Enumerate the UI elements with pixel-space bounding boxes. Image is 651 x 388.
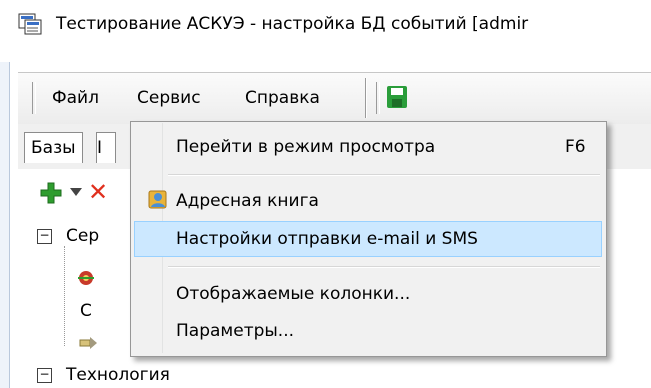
menu-item-notification-settings[interactable]: Настройки отправки e-mail и SMS xyxy=(176,229,478,249)
menu-separator xyxy=(168,174,600,176)
window-title: Тестирование АСКУЭ - настройка БД событи… xyxy=(56,14,529,34)
menu-service[interactable]: Сервис xyxy=(137,88,201,108)
address-book-icon xyxy=(148,190,167,209)
tab-bases[interactable]: Базы xyxy=(24,132,83,163)
menubar-grip[interactable] xyxy=(32,82,36,114)
collapse-toggle-icon[interactable]: − xyxy=(37,229,52,244)
arrow-icon xyxy=(79,337,97,349)
tab-second[interactable]: I xyxy=(96,132,116,163)
app-icon xyxy=(18,13,42,35)
menu-item-address-book[interactable]: Адресная книга xyxy=(176,191,319,211)
window-frame-left xyxy=(0,62,10,388)
chevron-down-icon[interactable] xyxy=(70,188,82,196)
menu-help[interactable]: Справка xyxy=(245,88,320,108)
menu-file[interactable]: Файл xyxy=(52,88,99,108)
tree-child-label[interactable]: С xyxy=(80,301,92,321)
collapse-toggle-icon[interactable]: − xyxy=(37,368,52,383)
add-icon[interactable] xyxy=(40,182,62,204)
device-icon xyxy=(78,271,94,285)
menu-bar xyxy=(18,72,651,126)
menu-item-parameters[interactable]: Параметры... xyxy=(176,321,294,341)
tree-node-label[interactable]: Сер xyxy=(66,226,99,246)
toolbar-grip[interactable] xyxy=(376,82,380,114)
tree-node-label[interactable]: Технология xyxy=(66,365,170,385)
toolbar-separator xyxy=(365,78,367,118)
delete-icon[interactable]: ✕ xyxy=(88,178,108,206)
menu-item-view-mode[interactable]: Перейти в режим просмотра xyxy=(176,137,435,157)
menu-item-columns[interactable]: Отображаемые колонки... xyxy=(176,284,410,304)
tree-connector xyxy=(64,246,65,346)
menu-item-shortcut: F6 xyxy=(565,137,586,157)
menu-separator xyxy=(168,266,600,268)
save-icon[interactable] xyxy=(384,84,410,110)
